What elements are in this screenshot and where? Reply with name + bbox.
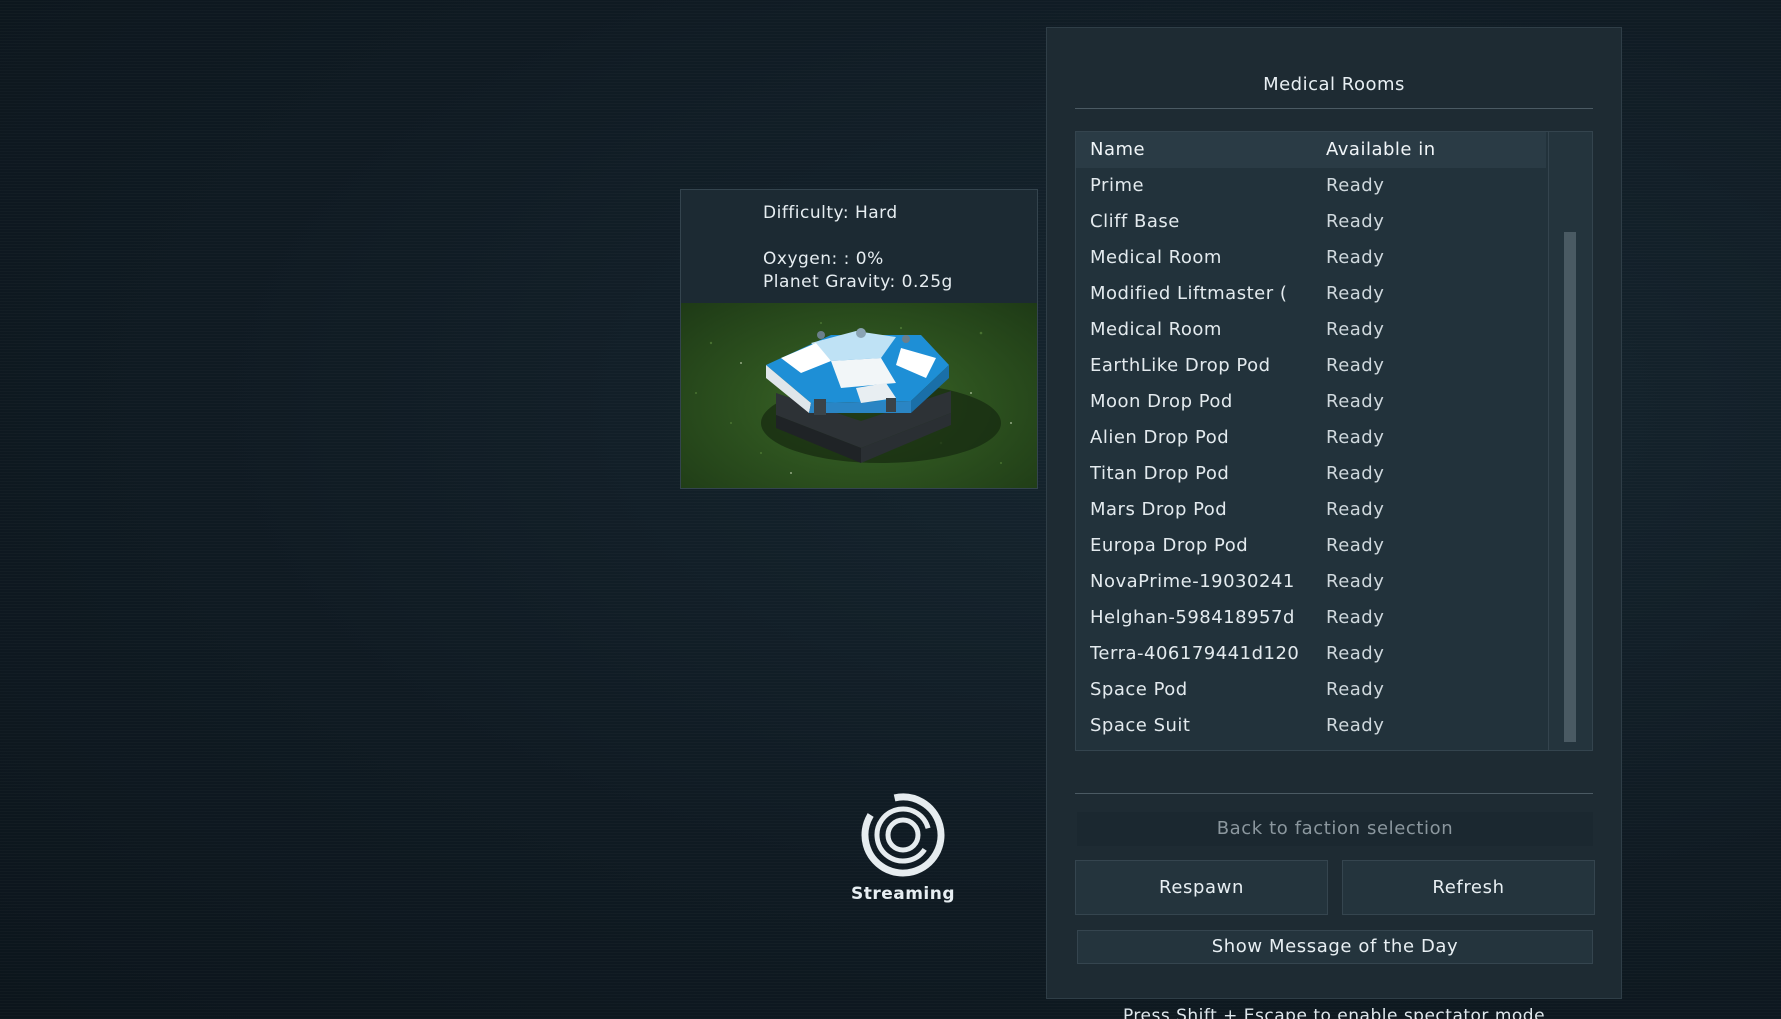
scrollbar-thumb[interactable] — [1564, 232, 1576, 742]
table-row[interactable]: EarthLike Drop Pod Ready — [1076, 348, 1546, 384]
room-name: Titan Drop Pod — [1090, 463, 1230, 484]
table-header: Name Available in — [1076, 132, 1546, 168]
room-availability: Ready — [1326, 319, 1385, 340]
room-name: Space Pod — [1090, 679, 1188, 700]
room-availability: Ready — [1326, 643, 1385, 664]
column-header-name[interactable]: Name — [1090, 132, 1308, 168]
room-name: Medical Room — [1090, 247, 1222, 268]
room-name: Helghan-598418957d — [1090, 607, 1295, 628]
table-row[interactable]: Space Suit Ready — [1076, 708, 1546, 744]
table-scrollbar[interactable] — [1548, 132, 1592, 750]
room-name: Prime — [1090, 175, 1145, 196]
table-row[interactable]: Space Pod Ready — [1076, 672, 1546, 708]
room-name: Cliff Base — [1090, 211, 1180, 232]
streaming-spinner-icon — [861, 793, 945, 877]
table-row[interactable]: Cliff Base Ready — [1076, 204, 1546, 240]
room-availability: Ready — [1326, 175, 1385, 196]
room-availability: Ready — [1326, 679, 1385, 700]
room-availability: Ready — [1326, 463, 1385, 484]
room-name: Terra-406179441d120 — [1090, 643, 1300, 664]
medical-room-block-icon — [681, 303, 1037, 488]
spawn-preview-card: Difficulty: Hard Oxygen: : 0% Planet Gra… — [680, 189, 1038, 489]
actions-divider — [1075, 793, 1593, 794]
back-to-faction-selection-button[interactable]: Back to faction selection — [1077, 812, 1593, 846]
oxygen-text: Oxygen: : 0% — [763, 249, 884, 269]
streaming-indicator: Streaming — [848, 792, 958, 904]
medical-rooms-table: Name Available in Prime Ready Cliff Base Re… — [1075, 131, 1593, 751]
rooms-list: Name Available in Prime Ready Cliff Base Re… — [1076, 132, 1546, 744]
room-availability: Ready — [1326, 535, 1385, 556]
difficulty-text: Difficulty: Hard — [763, 203, 898, 223]
room-availability: Ready — [1326, 355, 1385, 376]
table-row[interactable]: Europa Drop Pod Ready — [1076, 528, 1546, 564]
room-availability: Ready — [1326, 499, 1385, 520]
table-row[interactable]: Helghan-598418957d Ready — [1076, 600, 1546, 636]
medical-rooms-panel: Medical Rooms Name Available in Prime Rea… — [1046, 27, 1622, 999]
room-name: Moon Drop Pod — [1090, 391, 1233, 412]
table-row[interactable]: Moon Drop Pod Ready — [1076, 384, 1546, 420]
room-availability: Ready — [1326, 571, 1385, 592]
room-name: Mars Drop Pod — [1090, 499, 1228, 520]
title-divider — [1075, 108, 1593, 109]
room-name: NovaPrime-19030241 — [1090, 571, 1295, 592]
room-availability: Ready — [1326, 427, 1385, 448]
room-availability: Ready — [1326, 391, 1385, 412]
column-header-available[interactable]: Available in — [1326, 132, 1436, 168]
table-row[interactable]: NovaPrime-19030241 Ready — [1076, 564, 1546, 600]
room-availability: Ready — [1326, 607, 1385, 628]
preview-info: Difficulty: Hard Oxygen: : 0% Planet Gra… — [763, 202, 953, 294]
room-name: Europa Drop Pod — [1090, 535, 1249, 556]
room-name: Medical Room — [1090, 319, 1222, 340]
table-row[interactable]: Alien Drop Pod Ready — [1076, 420, 1546, 456]
refresh-button[interactable]: Refresh — [1342, 860, 1595, 915]
room-name: Alien Drop Pod — [1090, 427, 1230, 448]
table-row[interactable]: Medical Room Ready — [1076, 240, 1546, 276]
room-availability: Ready — [1326, 247, 1385, 268]
table-row[interactable]: Medical Room Ready — [1076, 312, 1546, 348]
table-row[interactable]: Mars Drop Pod Ready — [1076, 492, 1546, 528]
room-availability: Ready — [1326, 283, 1385, 304]
table-row[interactable]: Titan Drop Pod Ready — [1076, 456, 1546, 492]
table-row[interactable]: Modified Liftmaster ( Ready — [1076, 276, 1546, 312]
room-availability: Ready — [1326, 211, 1385, 232]
table-row[interactable]: Terra-406179441d120 Ready — [1076, 636, 1546, 672]
streaming-label: Streaming — [850, 884, 956, 904]
room-name: Space Suit — [1090, 715, 1191, 736]
room-name: EarthLike Drop Pod — [1090, 355, 1271, 376]
gravity-text: Planet Gravity: 0.25g — [763, 272, 953, 292]
room-name: Modified Liftmaster ( — [1090, 283, 1288, 304]
respawn-button[interactable]: Respawn — [1075, 860, 1328, 915]
room-availability: Ready — [1326, 715, 1385, 736]
show-motd-button[interactable]: Show Message of the Day — [1077, 930, 1593, 964]
table-row[interactable]: Prime Ready — [1076, 168, 1546, 204]
panel-title: Medical Rooms — [1263, 74, 1405, 95]
spectator-hint: Press Shift + Escape to enable spectator… — [1122, 1006, 1546, 1019]
